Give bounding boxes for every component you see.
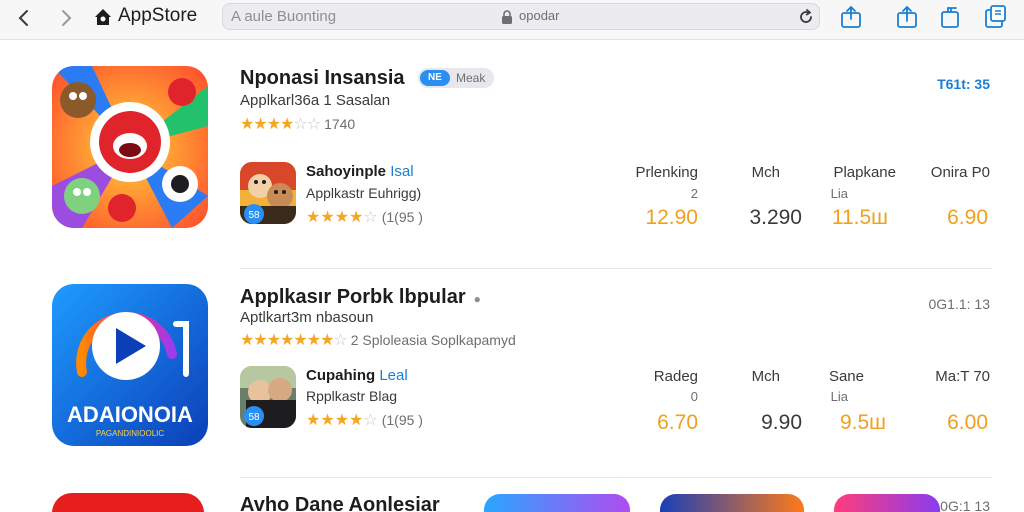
- lock-icon: [502, 10, 512, 24]
- row-divider: [240, 268, 992, 269]
- stars-filled: ★★★★: [306, 209, 364, 226]
- badge-chip: NE: [420, 70, 450, 86]
- sub-badge: 58: [248, 210, 260, 221]
- sub-app-subtitle: Rpplkastr Blag: [306, 388, 398, 404]
- sub-rating-stars: ★★★★☆ (1(95 ): [306, 410, 423, 430]
- stat-label: Mch: [751, 164, 780, 181]
- app-title[interactable]: Avho Dane Aonlesiar: [240, 494, 440, 512]
- dot-separator-icon: ●: [473, 292, 481, 306]
- side-info: 0G1.1: 13: [928, 296, 991, 312]
- forward-button[interactable]: [54, 6, 78, 30]
- app-icon-wordmark: ADAIONOIA: [67, 402, 193, 427]
- stat-sublabel: 0: [690, 389, 698, 404]
- sub-app-thumbnail[interactable]: 58: [240, 162, 296, 224]
- copy-icon[interactable]: [938, 4, 964, 30]
- stat-value: 9.5ш: [839, 411, 886, 434]
- featured-tile[interactable]: [484, 494, 630, 512]
- app-icon-red[interactable]: [52, 493, 204, 512]
- address-text: opodar: [519, 8, 560, 23]
- app-icon-play[interactable]: ADAIONOIA PAGANDINIOOLIC: [52, 284, 208, 446]
- sub-title-main: Sahoyinple: [306, 163, 391, 180]
- stat-label: Mch: [751, 368, 780, 385]
- app-icon-tagline: PAGANDINIOOLIC: [96, 429, 165, 438]
- app-title[interactable]: Nponasi Insansia: [240, 67, 405, 90]
- chevron-right-icon: [62, 10, 72, 26]
- sub-title-accent: Isal: [390, 163, 414, 180]
- stat-value: 12.90: [645, 206, 698, 229]
- featured-tile[interactable]: [660, 494, 804, 512]
- sub-title-accent: Leal: [379, 367, 408, 384]
- stat-value: 6.90: [947, 206, 988, 229]
- stat-label: Radeg: [653, 368, 698, 385]
- stat-sublabel: Lia: [830, 186, 848, 201]
- app-subtitle: Applkarl36a 1 Sasalan: [240, 92, 391, 109]
- stat-value: 3.290: [749, 206, 802, 229]
- stat-value: 9.90: [761, 411, 802, 434]
- back-button[interactable]: [12, 6, 36, 30]
- address-placeholder: A aule Buonting: [231, 8, 337, 25]
- stat-sublabel: Lia: [830, 389, 848, 404]
- tabs-icon[interactable]: [982, 4, 1008, 30]
- stat-label: Plapkane: [833, 164, 896, 181]
- stat-value: 11.5ш: [831, 206, 888, 229]
- badge-label: Meak: [456, 71, 486, 85]
- featured-tile[interactable]: [834, 494, 940, 512]
- browser-toolbar: AppStore A aule Buonting opodar: [0, 0, 1024, 40]
- sub-rating-stars: ★★★★☆ (1(95 ): [306, 207, 423, 227]
- app-title[interactable]: AppStore: [118, 5, 197, 27]
- stars-empty: ☆: [363, 209, 378, 226]
- stars-empty: ☆: [363, 412, 378, 429]
- stat-value: 6.70: [657, 411, 698, 434]
- sub-app-title[interactable]: Sahoyinple Isal: [306, 163, 414, 180]
- rating-count: (1(95 ): [381, 209, 423, 225]
- appstore-home-icon[interactable]: [94, 8, 112, 26]
- stat-value: 6.00: [947, 411, 988, 434]
- stars-filled: ★★★★: [306, 412, 364, 429]
- rating-stars: ★★★★★★★☆ 2 Sploleasia Soplkapamyd: [240, 330, 516, 350]
- share-icon[interactable]: [838, 4, 864, 30]
- row-divider: [240, 477, 992, 478]
- stat-label: Ma:T 70: [935, 368, 990, 385]
- sub-title-main: Cupahing: [306, 367, 380, 384]
- stars-filled: ★★★★: [240, 116, 294, 133]
- side-info: 0G:1 13: [940, 498, 990, 512]
- rating-count: 2 Sploleasia Soplkapamyd: [350, 332, 516, 348]
- category-badge[interactable]: NE Meak: [418, 68, 494, 88]
- side-info: T61t: 35: [937, 76, 990, 92]
- stat-label: Prlenking: [635, 164, 698, 181]
- upload-icon[interactable]: [894, 4, 920, 30]
- sub-badge: 58: [248, 412, 260, 423]
- chevron-left-icon: [18, 10, 28, 26]
- stars-filled: ★★★★★★★: [240, 332, 334, 349]
- app-title[interactable]: Applkasır Porbk lbpular ●: [240, 286, 481, 309]
- rating-count: 1740: [324, 116, 356, 132]
- sub-app-subtitle: Applkastr Euhrigg): [306, 185, 422, 201]
- app-icon-cartoon[interactable]: [52, 66, 208, 228]
- sub-app-thumbnail[interactable]: 58: [240, 366, 296, 428]
- sub-app-title[interactable]: Cupahing Leal: [306, 367, 408, 384]
- reload-icon[interactable]: [797, 8, 815, 26]
- address-bar[interactable]: A aule Buonting opodar: [222, 3, 820, 30]
- stars-empty: ☆: [333, 332, 347, 349]
- app-subtitle: Aptlkart3m nbasoun: [240, 309, 374, 326]
- stat-label: Sane: [828, 368, 864, 385]
- app-title-text: Applkasır Porbk lbpular: [240, 286, 466, 308]
- rating-count: (1(95 ): [381, 412, 423, 428]
- stars-empty: ☆☆: [293, 116, 321, 133]
- stat-label: Onira P0: [930, 164, 990, 181]
- rating-stars: ★★★★☆☆ 1740: [240, 114, 355, 134]
- stat-sublabel: 2: [690, 186, 698, 201]
